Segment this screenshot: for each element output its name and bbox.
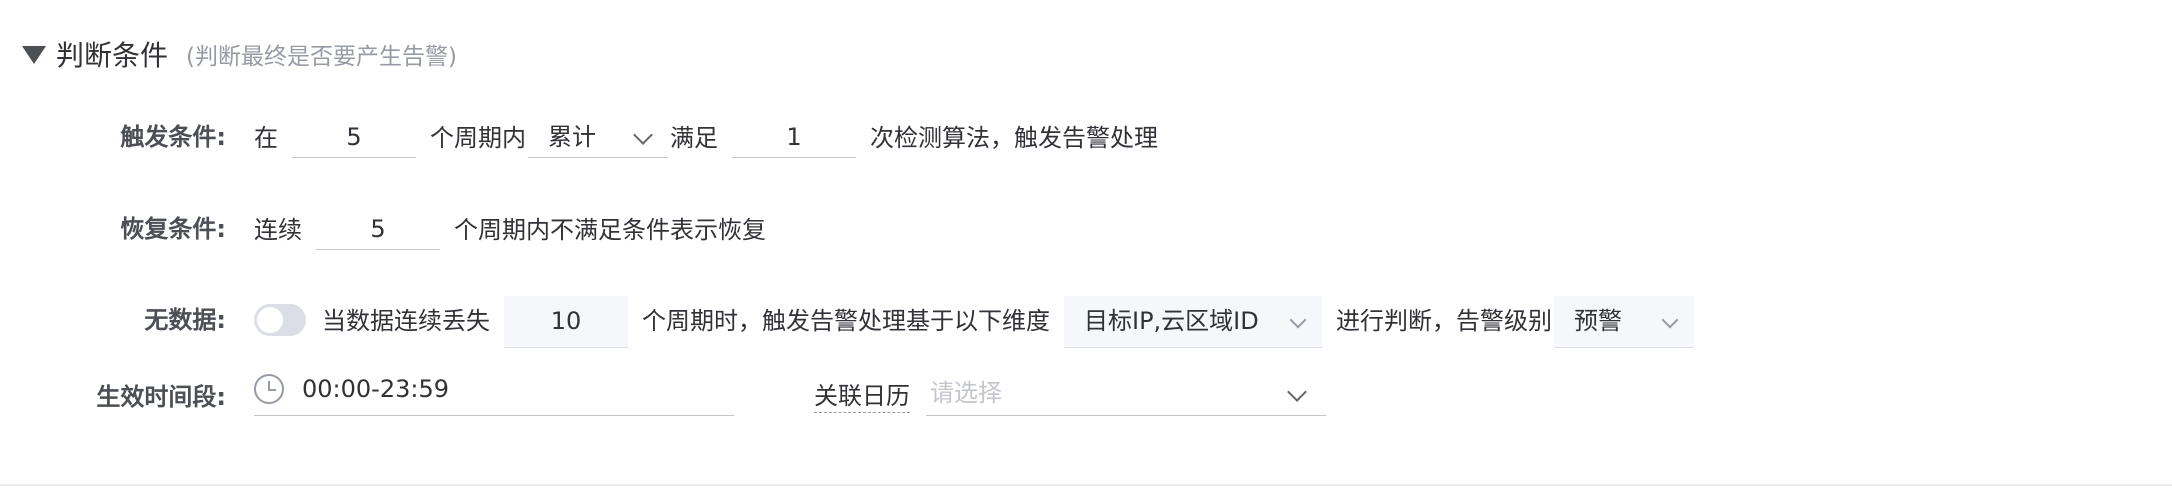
nodata-dimension-value: 目标IP,云区域ID [1084, 307, 1259, 335]
trigger-label: 触发条件: [120, 123, 226, 151]
nodata-level-value: 预警 [1574, 307, 1622, 335]
trigger-prefix: 在 [254, 124, 278, 152]
calendar-placeholder: 请选择 [930, 379, 1002, 407]
calendar-label: 关联日历 [814, 380, 910, 413]
trigger-satisfy: 满足 [670, 124, 718, 152]
trigger-count-input[interactable]: 1 [732, 118, 856, 158]
nodata-toggle[interactable] [254, 304, 306, 336]
nodata-label: 无数据: [144, 306, 226, 334]
effective-label: 生效时间段: [96, 383, 226, 411]
section-title: 判断条件 [56, 39, 169, 72]
time-range-picker[interactable]: 00:00-23:59 [254, 372, 734, 416]
trigger-periods-input[interactable]: 5 [292, 118, 416, 158]
recovery-periods-input[interactable]: 5 [316, 210, 440, 250]
nodata-judge: 进行判断，告警级别 [1336, 307, 1552, 335]
trigger-method-select[interactable]: 累计 [528, 118, 668, 158]
nodata-dimension-select[interactable]: 目标IP,云区域ID [1064, 296, 1322, 348]
clock-icon [254, 374, 284, 404]
chevron-down-icon [1661, 311, 1679, 328]
chevron-down-icon [633, 124, 653, 145]
recovery-label: 恢复条件: [120, 215, 226, 243]
section-divider [0, 484, 2172, 486]
toggle-knob [257, 307, 283, 333]
trigger-method-value: 累计 [548, 123, 596, 151]
caret-down-icon[interactable] [22, 46, 46, 64]
nodata-periods-input[interactable]: 10 [504, 296, 628, 348]
calendar-select[interactable]: 请选择 [926, 374, 1326, 416]
nodata-mid: 个周期时，触发告警处理基于以下维度 [642, 307, 1050, 335]
chevron-down-icon [1289, 311, 1307, 328]
trigger-suffix: 次检测算法，触发告警处理 [870, 124, 1158, 152]
trigger-mid: 个周期内 [430, 124, 526, 152]
recovery-suffix: 个周期内不满足条件表示恢复 [454, 216, 766, 244]
time-range-value: 00:00-23:59 [302, 375, 449, 403]
recovery-prefix: 连续 [254, 216, 302, 244]
section-subtitle: (判断最终是否要产生告警) [186, 44, 457, 70]
nodata-level-select[interactable]: 预警 [1554, 296, 1694, 348]
chevron-down-icon [1287, 381, 1307, 402]
nodata-prefix: 当数据连续丢失 [322, 307, 490, 335]
